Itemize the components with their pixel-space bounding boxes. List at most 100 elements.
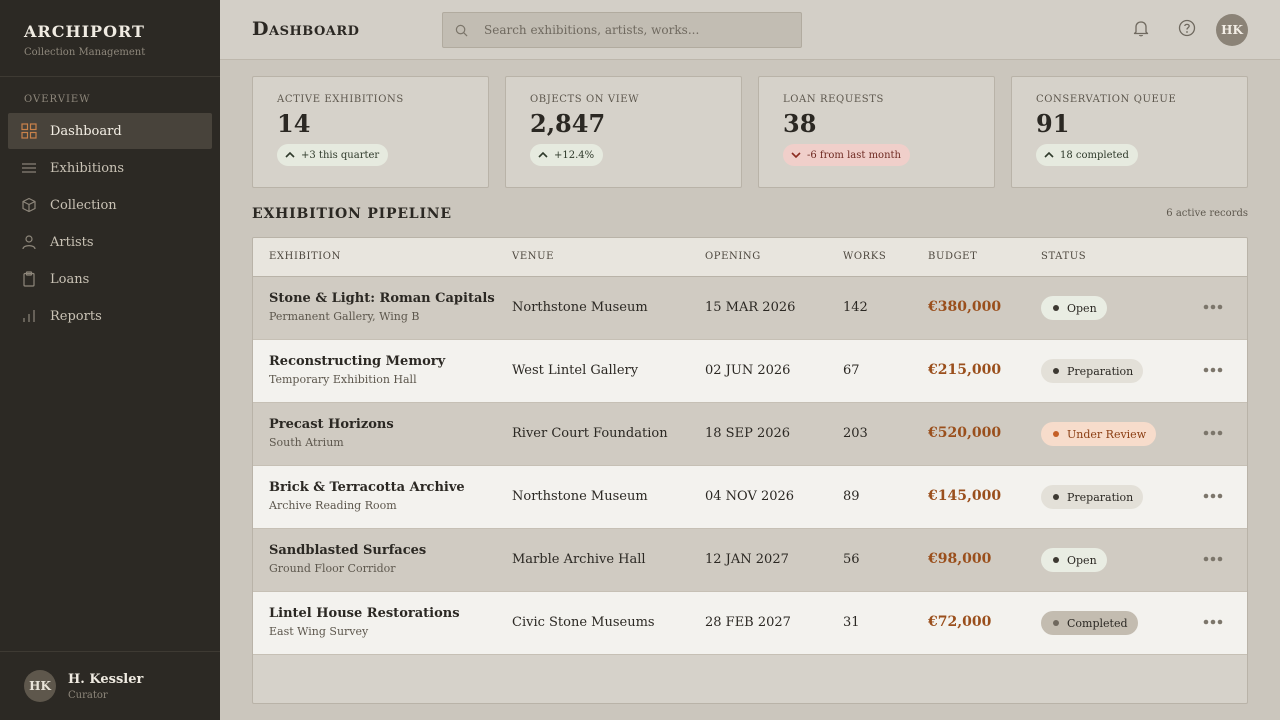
sidebar-item-reports[interactable]: Reports	[8, 298, 212, 334]
avatar: HK	[24, 670, 56, 702]
trend-badge: -6 from last month	[783, 144, 910, 166]
opening-cell: 12 JAN 2027	[705, 552, 789, 567]
venue-cell: Northstone Museum	[512, 489, 648, 504]
exhibition-location: East Wing Survey	[269, 625, 369, 638]
table-row[interactable]: Lintel House Restorations East Wing Surv…	[253, 592, 1247, 655]
exhibition-cell: Brick & Terracotta Archive Archive Readi…	[269, 480, 465, 512]
table-row[interactable]: Stone & Light: Roman Capitals Permanent …	[253, 277, 1247, 340]
venue-cell: Marble Archive Hall	[512, 552, 646, 567]
row-menu-button[interactable]	[1203, 614, 1223, 629]
more-horizontal-icon	[1203, 614, 1223, 629]
budget-cell: €215,000	[928, 362, 1002, 378]
stat-value: 2,847	[530, 109, 606, 138]
column-header-works[interactable]: Works	[843, 251, 886, 262]
sidebar-item-label: Loans	[50, 271, 90, 287]
more-horizontal-icon	[1203, 299, 1223, 314]
notifications-button[interactable]	[1129, 18, 1153, 42]
cube-icon	[20, 196, 38, 214]
sidebar-item-artists[interactable]: Artists	[8, 224, 212, 260]
works-cell: 142	[843, 300, 868, 315]
status-text: Preparation	[1067, 490, 1134, 504]
table-row[interactable]: Sandblasted Surfaces Ground Floor Corrid…	[253, 529, 1247, 592]
sidebar-item-label: Collection	[50, 197, 117, 213]
table-header: Exhibition Venue Opening Works Budget St…	[253, 238, 1247, 277]
column-header-opening[interactable]: Opening	[705, 251, 761, 262]
bell-icon	[1132, 19, 1150, 41]
search-box[interactable]	[442, 12, 802, 48]
stat-value: 91	[1036, 109, 1070, 138]
sidebar-item-exhibitions[interactable]: Exhibitions	[8, 150, 212, 186]
column-header-budget[interactable]: Budget	[928, 251, 977, 262]
top-header: Dashboard HK	[220, 0, 1280, 60]
exhibition-cell: Sandblasted Surfaces Ground Floor Corrid…	[269, 543, 426, 575]
user-role: Curator	[68, 689, 108, 701]
opening-cell: 15 MAR 2026	[705, 300, 796, 315]
sidebar-item-loans[interactable]: Loans	[8, 261, 212, 297]
row-menu-button[interactable]	[1203, 488, 1223, 503]
column-header-status[interactable]: Status	[1041, 251, 1086, 262]
row-menu-button[interactable]	[1203, 362, 1223, 377]
brand-name: ARCHIPORT	[24, 22, 145, 41]
user-name: H. Kessler	[68, 671, 144, 687]
search-input[interactable]	[484, 23, 784, 37]
column-header-venue[interactable]: Venue	[512, 251, 554, 262]
sidebar-item-label: Reports	[50, 308, 102, 324]
column-header-exhibition[interactable]: Exhibition	[269, 251, 341, 262]
arrow-up-icon	[285, 150, 295, 160]
stat-card-loan-requests: Loan Requests 38 -6 from last month	[758, 76, 995, 188]
row-menu-button[interactable]	[1203, 425, 1223, 440]
sidebar-item-label: Artists	[50, 234, 94, 250]
table-row[interactable]: Brick & Terracotta Archive Archive Readi…	[253, 466, 1247, 529]
exhibition-title: Lintel House Restorations	[269, 606, 460, 621]
exhibition-title: Precast Horizons	[269, 417, 394, 432]
works-cell: 89	[843, 489, 860, 504]
trend-badge: 18 completed	[1036, 144, 1138, 166]
status-badge: Open	[1041, 548, 1107, 572]
status-cell: Preparation	[1041, 485, 1144, 509]
works-cell: 203	[843, 426, 868, 441]
pipeline-table: Exhibition Venue Opening Works Budget St…	[252, 237, 1248, 704]
opening-cell: 28 FEB 2027	[705, 615, 791, 630]
exhibition-cell: Stone & Light: Roman Capitals Permanent …	[269, 291, 495, 323]
sidebar: ARCHIPORT Collection Management OVERVIEW…	[0, 0, 220, 720]
status-cell: Completed	[1041, 611, 1138, 635]
user-info: H. Kessler Curator	[68, 672, 143, 701]
record-count: 6 active records	[1166, 208, 1248, 219]
status-cell: Open	[1041, 548, 1107, 572]
row-menu-button[interactable]	[1203, 551, 1223, 566]
stat-card-objects-on-view: Objects on View 2,847 +12.4%	[505, 76, 742, 188]
search-icon	[455, 24, 468, 37]
trend-badge: +12.4%	[530, 144, 604, 166]
sidebar-item-label: Exhibitions	[50, 160, 125, 176]
status-badge: Preparation	[1041, 485, 1144, 509]
exhibition-location: Ground Floor Corridor	[269, 562, 396, 575]
stat-value: 38	[783, 109, 817, 138]
row-menu-button[interactable]	[1203, 299, 1223, 314]
exhibition-location: Permanent Gallery, Wing B	[269, 310, 420, 323]
sidebar-item-collection[interactable]: Collection	[8, 187, 212, 223]
venue-cell: River Court Foundation	[512, 426, 668, 441]
clipboard-icon	[20, 270, 38, 288]
status-badge: Open	[1041, 296, 1107, 320]
status-dot	[1053, 494, 1059, 500]
works-cell: 56	[843, 552, 860, 567]
user-profile[interactable]: HK H. Kessler Curator	[0, 651, 220, 720]
table-row[interactable]: Reconstructing Memory Temporary Exhibiti…	[253, 340, 1247, 403]
opening-cell: 18 SEP 2026	[705, 426, 791, 441]
help-button[interactable]	[1175, 18, 1199, 42]
sidebar-item-dashboard[interactable]: Dashboard	[8, 113, 212, 149]
works-cell: 67	[843, 363, 860, 378]
budget-cell: €380,000	[928, 299, 1002, 315]
sidebar-item-label: Dashboard	[50, 123, 122, 139]
trend-text: 18 completed	[1060, 149, 1129, 161]
header-avatar[interactable]: HK	[1216, 14, 1248, 46]
status-badge: Completed	[1041, 611, 1138, 635]
exhibition-cell: Reconstructing Memory Temporary Exhibiti…	[269, 354, 445, 386]
status-dot	[1053, 431, 1059, 437]
brand: ARCHIPORT Collection Management	[0, 0, 220, 77]
more-horizontal-icon	[1203, 488, 1223, 503]
table-row[interactable]: Precast Horizons South Atrium River Cour…	[253, 403, 1247, 466]
arrow-up-icon	[538, 150, 548, 160]
status-badge: Under Review	[1041, 422, 1157, 446]
opening-cell: 02 JUN 2026	[705, 363, 791, 378]
